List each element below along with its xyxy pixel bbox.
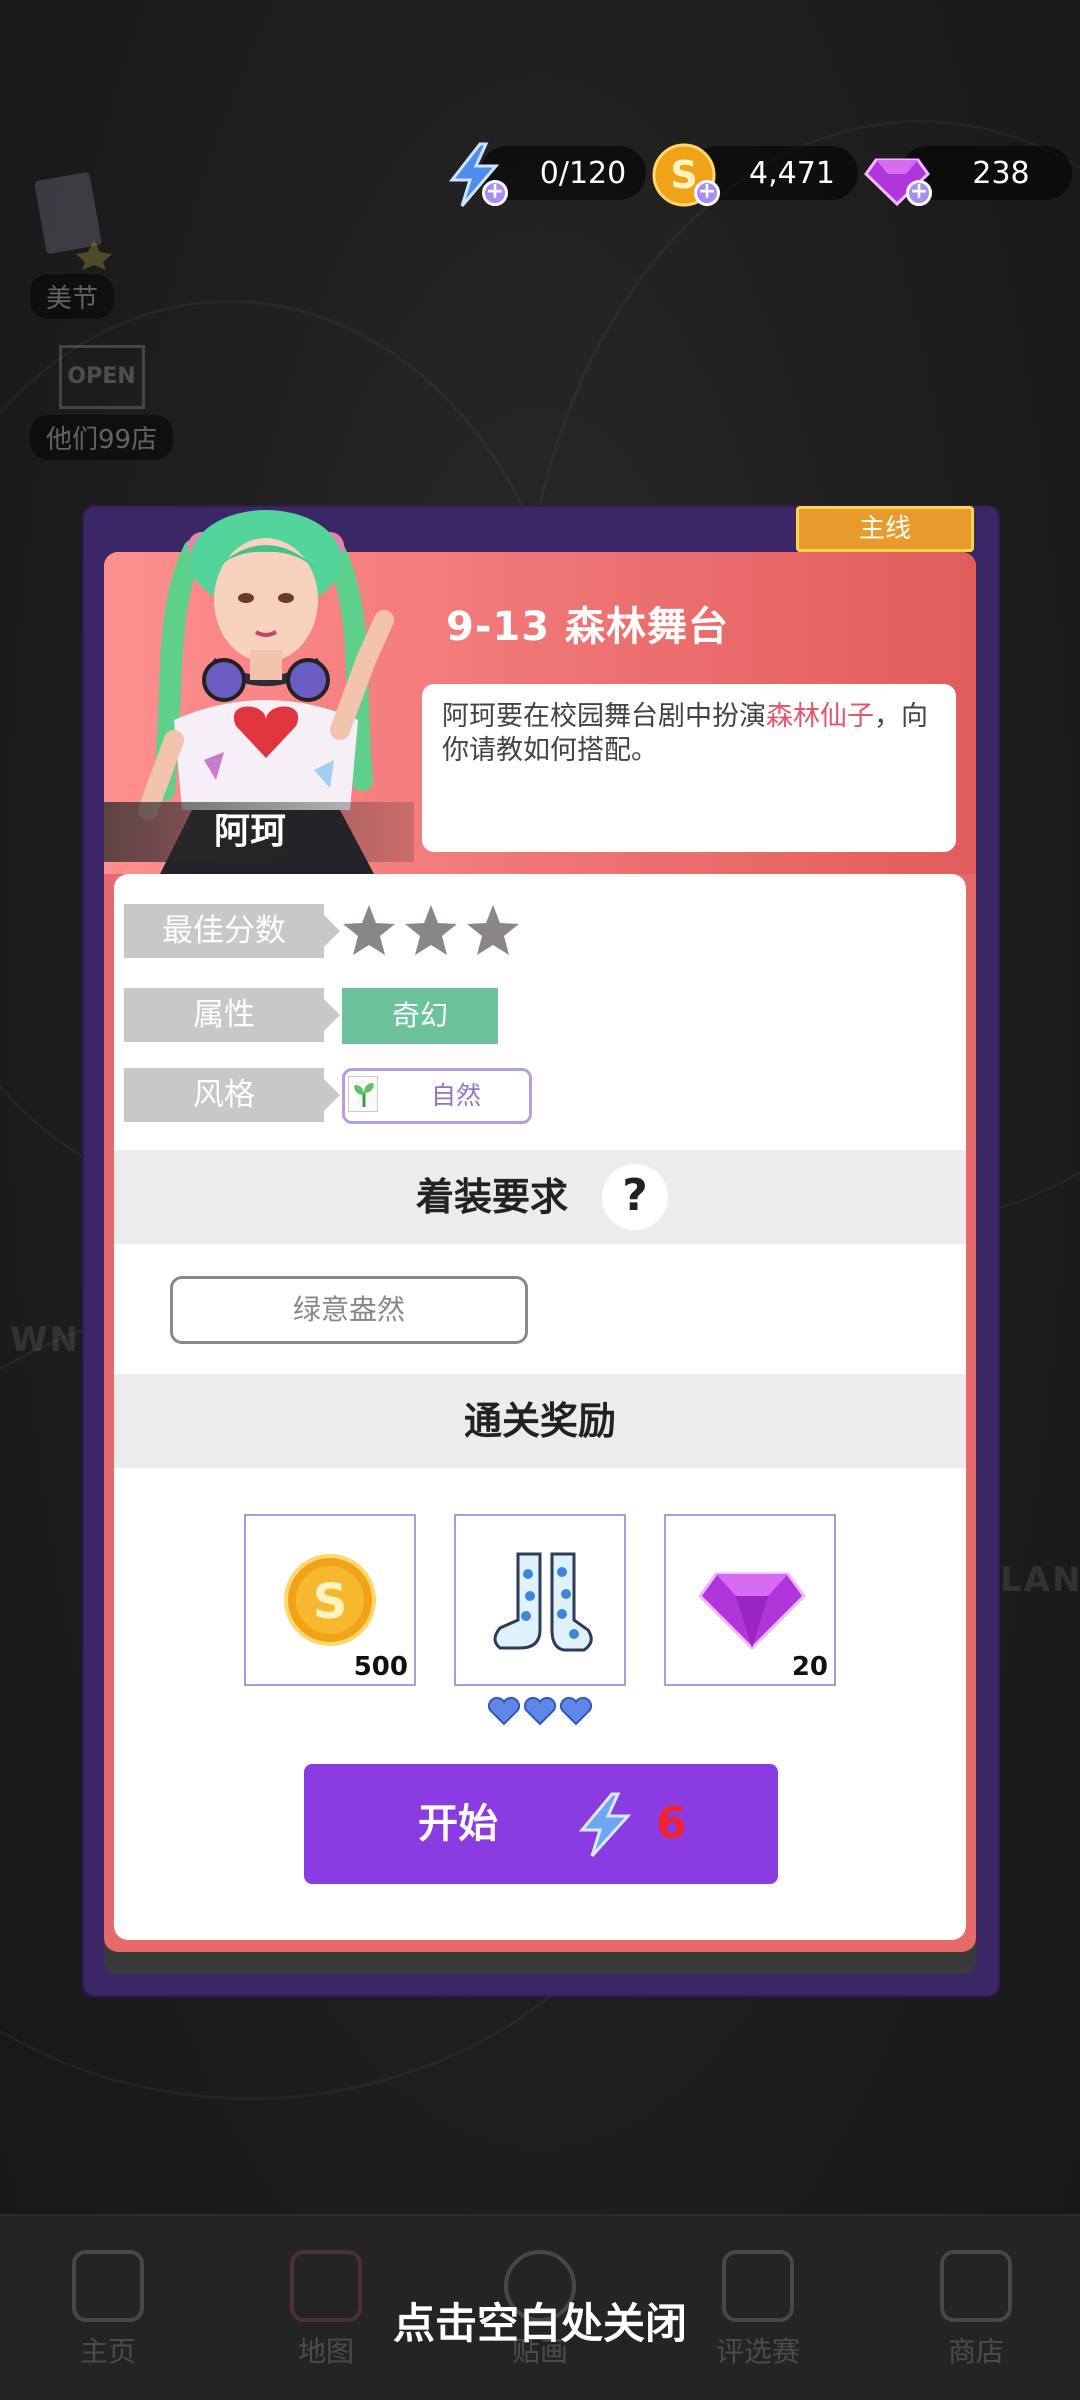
- start-button[interactable]: 开始 6: [304, 1764, 778, 1884]
- description-highlight: 森林仙子: [766, 701, 874, 732]
- reward-coins[interactable]: S 500: [244, 1514, 416, 1686]
- attribute-label: 属性: [124, 988, 340, 1042]
- reward-count: 20: [791, 1652, 828, 1682]
- add-energy-button[interactable]: +: [482, 180, 508, 206]
- game-screen: WN LAN 美节 OPEN 他们99店 0/120 + 4,471 S + 2…: [0, 0, 1080, 2400]
- energy-value: 0/120: [539, 155, 627, 191]
- side-event-label: 美节: [30, 274, 115, 319]
- dress-requirement-header: 着装要求: [114, 1150, 966, 1244]
- requirement-tag: 绿意盎然: [170, 1276, 528, 1344]
- rarity-hearts: [487, 1696, 593, 1726]
- side-shop-label: 他们99店: [30, 415, 174, 460]
- add-coins-button[interactable]: +: [694, 180, 720, 206]
- level-title: 9-13 森林舞台: [446, 604, 730, 650]
- star-icon: [467, 905, 519, 955]
- clear-rewards-header: 通关奖励: [114, 1374, 966, 1468]
- coin-value: 4,471: [749, 155, 835, 191]
- open-sign-icon: OPEN: [58, 345, 145, 409]
- svg-text:S: S: [313, 1574, 348, 1630]
- energy-cost: 6: [656, 1798, 687, 1849]
- map-label-town: WN: [10, 1320, 80, 1360]
- side-shop-item[interactable]: OPEN 他们99店: [30, 345, 174, 460]
- reward-count: 500: [353, 1652, 408, 1682]
- star-icon: [405, 905, 457, 955]
- star-icon: [343, 905, 395, 955]
- description-text: 阿珂要在校园舞台剧中扮演: [442, 701, 766, 732]
- best-score-label: 最佳分数: [124, 904, 340, 958]
- reward-socks[interactable]: [454, 1514, 626, 1686]
- dress-requirement-title: 着装要求: [415, 1175, 568, 1219]
- sprout-icon: [348, 1076, 378, 1112]
- main-story-tag: 主线: [796, 506, 974, 552]
- lightning-icon: [578, 1792, 632, 1858]
- start-button-label: 开始: [418, 1801, 498, 1847]
- close-hint[interactable]: 点击空白处关闭: [0, 2290, 1080, 2351]
- attribute-tag: 奇幻: [342, 988, 498, 1044]
- side-event-item[interactable]: 美节: [30, 170, 115, 319]
- character-name: 阿珂: [104, 802, 414, 862]
- poster-icon: [34, 172, 112, 270]
- level-description: 阿珂要在校园舞台剧中扮演森林仙子，向你请教如何搭配。: [422, 684, 956, 852]
- style-label: 风格: [124, 1068, 340, 1122]
- map-label-land: LAN: [1000, 1560, 1080, 1600]
- help-button[interactable]: ?: [602, 1164, 668, 1230]
- add-gems-button[interactable]: +: [906, 180, 932, 206]
- reward-gems[interactable]: 20: [664, 1514, 836, 1686]
- gem-value: 238: [972, 155, 1030, 191]
- socks-icon: [493, 1552, 593, 1652]
